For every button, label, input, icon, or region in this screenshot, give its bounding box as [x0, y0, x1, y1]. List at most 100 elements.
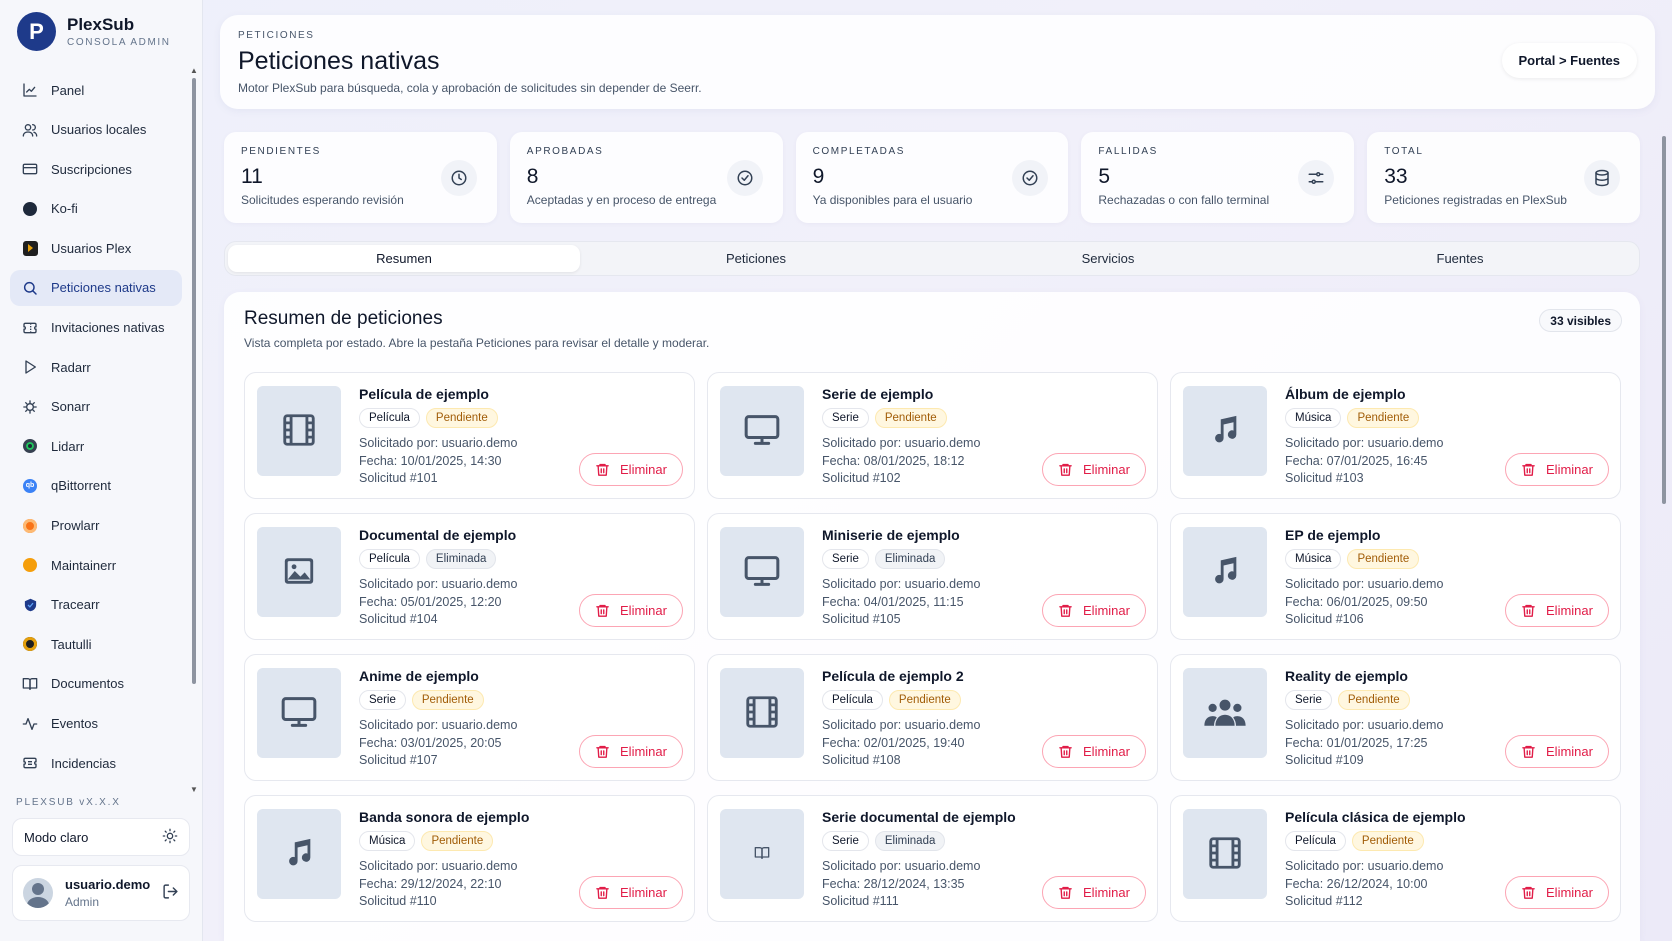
delete-button[interactable]: Eliminar	[579, 735, 683, 768]
tab-servicios[interactable]: Servicios	[932, 245, 1284, 272]
theme-toggle[interactable]: Modo claro	[12, 818, 190, 856]
main-scroll-thumb[interactable]	[1662, 136, 1666, 504]
request-id: Solicitud #109	[1285, 753, 1364, 767]
delete-button[interactable]: Eliminar	[1042, 735, 1146, 768]
trash-icon	[1521, 885, 1546, 900]
stat-card-fallidas: FALLIDAS 5 Rechazadas o con fallo termin…	[1081, 132, 1355, 223]
request-date: Fecha: 10/01/2025, 14:30	[359, 453, 502, 468]
logout-icon[interactable]	[162, 883, 179, 903]
status-badge: Pendiente	[874, 408, 947, 428]
sidebar-item-label: Usuarios Plex	[51, 240, 132, 256]
sidebar-item-usuarios-locales[interactable]: Usuarios locales	[10, 112, 182, 148]
sidebar-item-label: Peticiones nativas	[51, 280, 156, 296]
trash-icon	[1521, 603, 1546, 618]
sidebar-scrollbar[interactable]: ▲ ▼	[190, 66, 198, 794]
user-role: Admin	[65, 895, 100, 909]
request-title: Anime de ejemplo	[359, 668, 479, 684]
delete-button[interactable]: Eliminar	[1042, 876, 1146, 909]
sidebar-item-ko-fi[interactable]: Ko-fi	[10, 191, 182, 227]
stat-label: TOTAL	[1384, 146, 1424, 157]
request-card: Película de ejemplo 2 Película Pendiente…	[707, 654, 1158, 781]
scroll-down-arrow-icon[interactable]: ▼	[190, 785, 198, 794]
sidebar-item-label: Documentos	[51, 676, 124, 692]
main-scrollbar[interactable]	[1662, 126, 1667, 926]
request-title: Miniserie de ejemplo	[822, 527, 960, 543]
delete-label: Eliminar	[1546, 603, 1593, 618]
stat-label: COMPLETADAS	[812, 146, 906, 157]
sidebar-item-label: Maintainerr	[51, 557, 117, 573]
sidebar-scroll-thumb[interactable]	[192, 78, 196, 684]
sidebar-item-incidencias[interactable]: Incidencias	[10, 745, 182, 781]
sidebar-item-maintainerr[interactable]: Maintainerr	[10, 547, 182, 583]
summary-panel: Resumen de peticiones Vista completa por…	[224, 292, 1640, 941]
delete-button[interactable]: Eliminar	[1042, 453, 1146, 486]
request-date: Fecha: 29/12/2024, 22:10	[359, 876, 502, 891]
sidebar-item-label: qBittorrent	[51, 478, 111, 494]
sidebar-item-panel[interactable]: Panel	[10, 72, 182, 108]
media-type-badge: Película	[359, 549, 420, 569]
music-icon	[1208, 554, 1242, 591]
scroll-up-arrow-icon[interactable]: ▲	[190, 66, 198, 75]
sidebar-item-label: Incidencias	[51, 755, 117, 771]
sidebar-item-invitaciones-nativas[interactable]: Invitaciones nativas	[10, 310, 182, 346]
delete-label: Eliminar	[620, 744, 667, 759]
poster-placeholder	[257, 386, 341, 476]
requested-by: Solicitado por: usuario.demo	[822, 577, 981, 591]
sun-icon	[162, 828, 178, 847]
request-id: Solicitud #112	[1285, 894, 1363, 908]
monitor-icon	[742, 551, 782, 594]
status-badge: Pendiente	[421, 831, 494, 851]
brand[interactable]: P PlexSub CONSOLA ADMIN	[17, 12, 171, 51]
delete-button[interactable]: Eliminar	[1505, 735, 1609, 768]
poster-placeholder	[257, 809, 341, 899]
tautulli-icon	[22, 636, 38, 652]
sidebar-item-usuarios-plex[interactable]: Usuarios Plex	[10, 230, 182, 266]
trash-icon	[595, 462, 620, 477]
sidebar-item-tautulli[interactable]: Tautulli	[10, 626, 182, 662]
sidebar-item-suscripciones[interactable]: Suscripciones	[10, 151, 182, 187]
qbittorrent-icon: qb	[22, 478, 38, 494]
sidebar-item-label: Tautulli	[51, 636, 92, 652]
delete-button[interactable]: Eliminar	[579, 453, 683, 486]
tab-peticiones[interactable]: Peticiones	[580, 245, 932, 272]
sidebar-item-eventos[interactable]: Eventos	[10, 706, 182, 742]
portal-fuentes-button[interactable]: Portal > Fuentes	[1501, 43, 1637, 78]
trash-icon	[1058, 744, 1083, 759]
sidebar-item-sonarr[interactable]: Sonarr	[10, 389, 182, 425]
stat-card-completadas: COMPLETADAS 9 Ya disponibles para el usu…	[795, 132, 1069, 223]
request-id: Solicitud #107	[359, 753, 438, 767]
sidebar-item-tracearr[interactable]: Tracearr	[10, 587, 182, 623]
media-type-badge: Serie	[1285, 690, 1332, 710]
tab-fuentes[interactable]: Fuentes	[1284, 245, 1636, 272]
film-icon	[743, 693, 781, 734]
delete-button[interactable]: Eliminar	[1042, 594, 1146, 627]
sidebar-item-lidarr[interactable]: Lidarr	[10, 428, 182, 464]
status-badge: Eliminada	[874, 831, 946, 851]
tab-resumen[interactable]: Resumen	[228, 245, 580, 272]
sidebar-item-qbittorrent[interactable]: qb qBittorrent	[10, 468, 182, 504]
delete-button[interactable]: Eliminar	[579, 594, 683, 627]
music-icon	[1208, 413, 1242, 450]
sidebar-item-label: Usuarios locales	[51, 122, 147, 138]
sidebar-item-label: Panel	[51, 82, 85, 98]
sidebar-item-peticiones-nativas[interactable]: Peticiones nativas	[10, 269, 182, 306]
sidebar-item-prowlarr[interactable]: Prowlarr	[10, 508, 182, 544]
delete-button[interactable]: Eliminar	[579, 876, 683, 909]
request-title: Película de ejemplo	[359, 386, 489, 402]
brand-logo: P	[17, 12, 56, 51]
ticket-alert-icon	[22, 755, 38, 771]
requested-by: Solicitado por: usuario.demo	[1285, 436, 1444, 450]
sidebar-item-radarr[interactable]: Radarr	[10, 349, 182, 385]
status-badge: Pendiente	[1351, 831, 1424, 851]
page-eyebrow: PETICIONES	[238, 30, 315, 41]
request-id: Solicitud #108	[822, 753, 901, 767]
delete-button[interactable]: Eliminar	[1505, 594, 1609, 627]
visible-count-badge: 33 visibles	[1539, 309, 1622, 332]
media-type-badge: Serie	[822, 831, 869, 851]
trash-icon	[1058, 885, 1083, 900]
status-badge: Pendiente	[1347, 549, 1420, 569]
delete-button[interactable]: Eliminar	[1505, 876, 1609, 909]
request-title: Película de ejemplo 2	[822, 668, 964, 684]
sidebar-item-documentos[interactable]: Documentos	[10, 666, 182, 702]
delete-button[interactable]: Eliminar	[1505, 453, 1609, 486]
